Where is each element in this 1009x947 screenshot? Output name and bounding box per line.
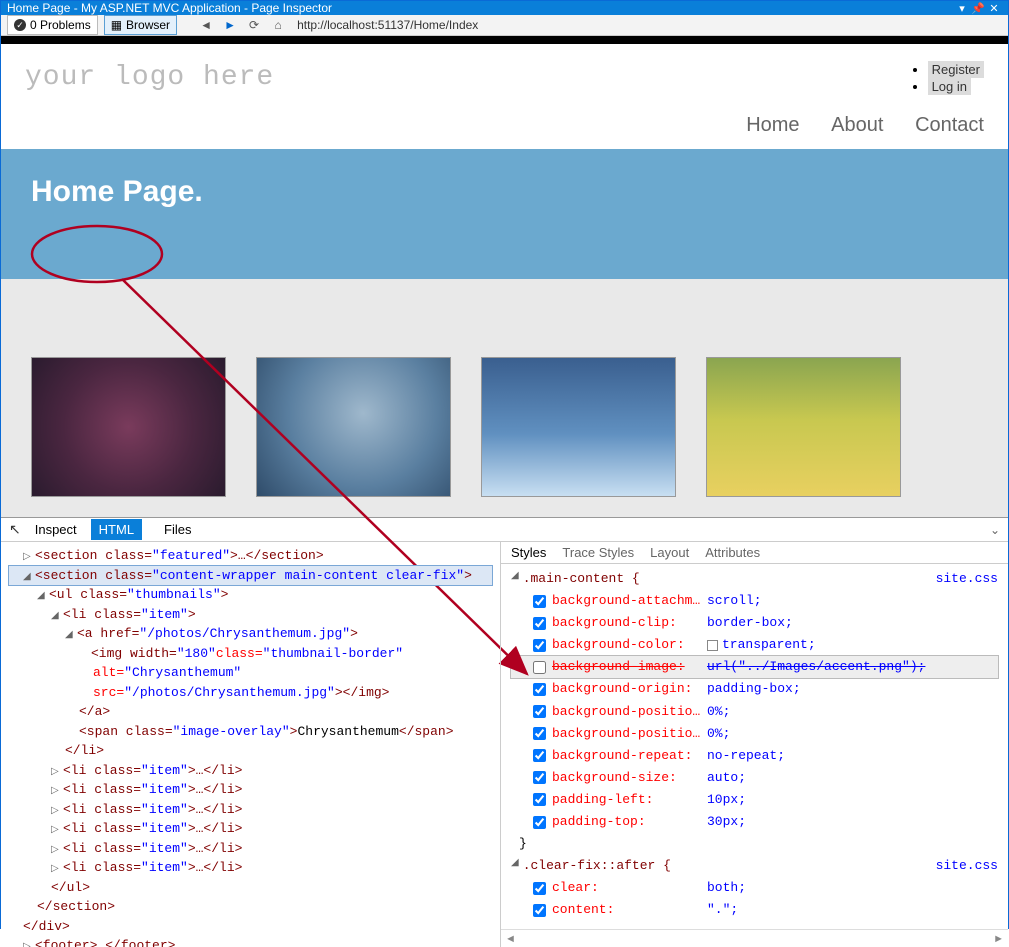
- property-checkbox[interactable]: [533, 816, 546, 829]
- property-checkbox[interactable]: [533, 749, 546, 762]
- property-checkbox[interactable]: [533, 882, 546, 895]
- horizontal-scrollbar[interactable]: ◄►: [501, 929, 1008, 947]
- register-link[interactable]: Register: [928, 61, 984, 78]
- browser-viewport[interactable]: your logo here Register Log in Home Abou…: [1, 36, 1008, 517]
- tab-trace-styles[interactable]: Trace Styles: [562, 545, 634, 560]
- html-row-selected: ◢<section class="content-wrapper main-co…: [9, 566, 492, 586]
- property-checkbox[interactable]: [533, 904, 546, 917]
- property-checkbox[interactable]: [533, 705, 546, 718]
- page-title: Home Page.: [31, 175, 978, 209]
- property-checkbox[interactable]: [533, 595, 546, 608]
- login-link[interactable]: Log in: [928, 78, 971, 95]
- css-property-row[interactable]: padding-top:30px;: [511, 811, 998, 833]
- tab-html[interactable]: HTML: [91, 519, 142, 540]
- forward-icon[interactable]: ►: [221, 16, 239, 34]
- css-property-row[interactable]: background-attachm…scroll;: [511, 590, 998, 612]
- close-icon[interactable]: ✕: [986, 2, 1002, 15]
- main-nav: Home About Contact: [1, 108, 1008, 149]
- thumbnail-4[interactable]: [706, 357, 901, 497]
- property-checkbox[interactable]: [533, 771, 546, 784]
- css-property-row[interactable]: padding-left:10px;: [511, 789, 998, 811]
- dropdown-icon[interactable]: ▾: [954, 2, 970, 15]
- check-icon: ✓: [14, 19, 26, 31]
- css-property-row[interactable]: background-origin:padding-box;: [511, 678, 998, 700]
- property-checkbox[interactable]: [533, 639, 546, 652]
- property-checkbox[interactable]: [533, 793, 546, 806]
- css-property-row[interactable]: background-repeat:no-repeat;: [511, 745, 998, 767]
- css-property-row[interactable]: content:".";: [511, 899, 998, 921]
- titlebar: Home Page - My ASP.NET MVC Application -…: [1, 1, 1008, 15]
- inspect-cursor-icon[interactable]: ↖: [9, 521, 21, 538]
- tab-layout[interactable]: Layout: [650, 545, 689, 560]
- user-links: Register Log in: [910, 62, 984, 96]
- tab-attributes[interactable]: Attributes: [705, 545, 760, 560]
- property-checkbox[interactable]: [533, 727, 546, 740]
- pin-icon[interactable]: 📌: [970, 2, 986, 15]
- css-property-row[interactable]: background-positio…0%;: [511, 723, 998, 745]
- inspect-label[interactable]: Inspect: [35, 522, 77, 537]
- url-bar[interactable]: http://localhost:51137/Home/Index: [293, 18, 1002, 32]
- thumbnail-1[interactable]: [31, 357, 226, 497]
- css-property-row[interactable]: clear:both;: [511, 877, 998, 899]
- back-icon[interactable]: ◄: [197, 16, 215, 34]
- property-checkbox[interactable]: [533, 617, 546, 630]
- tab-files[interactable]: Files: [156, 519, 199, 540]
- nav-home[interactable]: Home: [746, 114, 799, 136]
- html-tree[interactable]: ▷<section class="featured">…</section> ◢…: [1, 542, 501, 947]
- css-property-row[interactable]: background-positio…0%;: [511, 701, 998, 723]
- browser-button[interactable]: ▦ Browser: [104, 15, 177, 35]
- problems-button[interactable]: ✓ 0 Problems: [7, 15, 98, 35]
- home-icon[interactable]: ⌂: [269, 16, 287, 34]
- tab-styles[interactable]: Styles: [511, 545, 546, 560]
- styles-pane: Styles Trace Styles Layout Attributes ◢.…: [501, 542, 1008, 947]
- window-title: Home Page - My ASP.NET MVC Application -…: [7, 1, 332, 15]
- property-checkbox[interactable]: [533, 661, 546, 674]
- toolbar: ✓ 0 Problems ▦ Browser ◄ ► ⟳ ⌂ http://lo…: [1, 15, 1008, 36]
- chevron-down-icon[interactable]: ⌄: [990, 523, 1000, 537]
- thumbnails: [1, 279, 1008, 517]
- css-property-row[interactable]: background-image:url("../Images/accent.p…: [511, 656, 998, 678]
- nav-about[interactable]: About: [831, 114, 883, 136]
- devtools: ↖ Inspect HTML Files ⌄ ▷<section class="…: [1, 517, 1008, 947]
- styles-body[interactable]: ◢.main-content {site.css background-atta…: [501, 564, 1008, 929]
- grid-icon: ▦: [111, 18, 122, 32]
- refresh-icon[interactable]: ⟳: [245, 16, 263, 34]
- css-property-row[interactable]: background-clip:border-box;: [511, 612, 998, 634]
- thumbnail-2[interactable]: [256, 357, 451, 497]
- property-checkbox[interactable]: [533, 683, 546, 696]
- logo-text: your logo here: [25, 62, 274, 96]
- css-property-row[interactable]: background-color:transparent;: [511, 634, 998, 656]
- hero: Home Page.: [1, 149, 1008, 279]
- nav-contact[interactable]: Contact: [915, 114, 984, 136]
- css-property-row[interactable]: background-size:auto;: [511, 767, 998, 789]
- thumbnail-3[interactable]: [481, 357, 676, 497]
